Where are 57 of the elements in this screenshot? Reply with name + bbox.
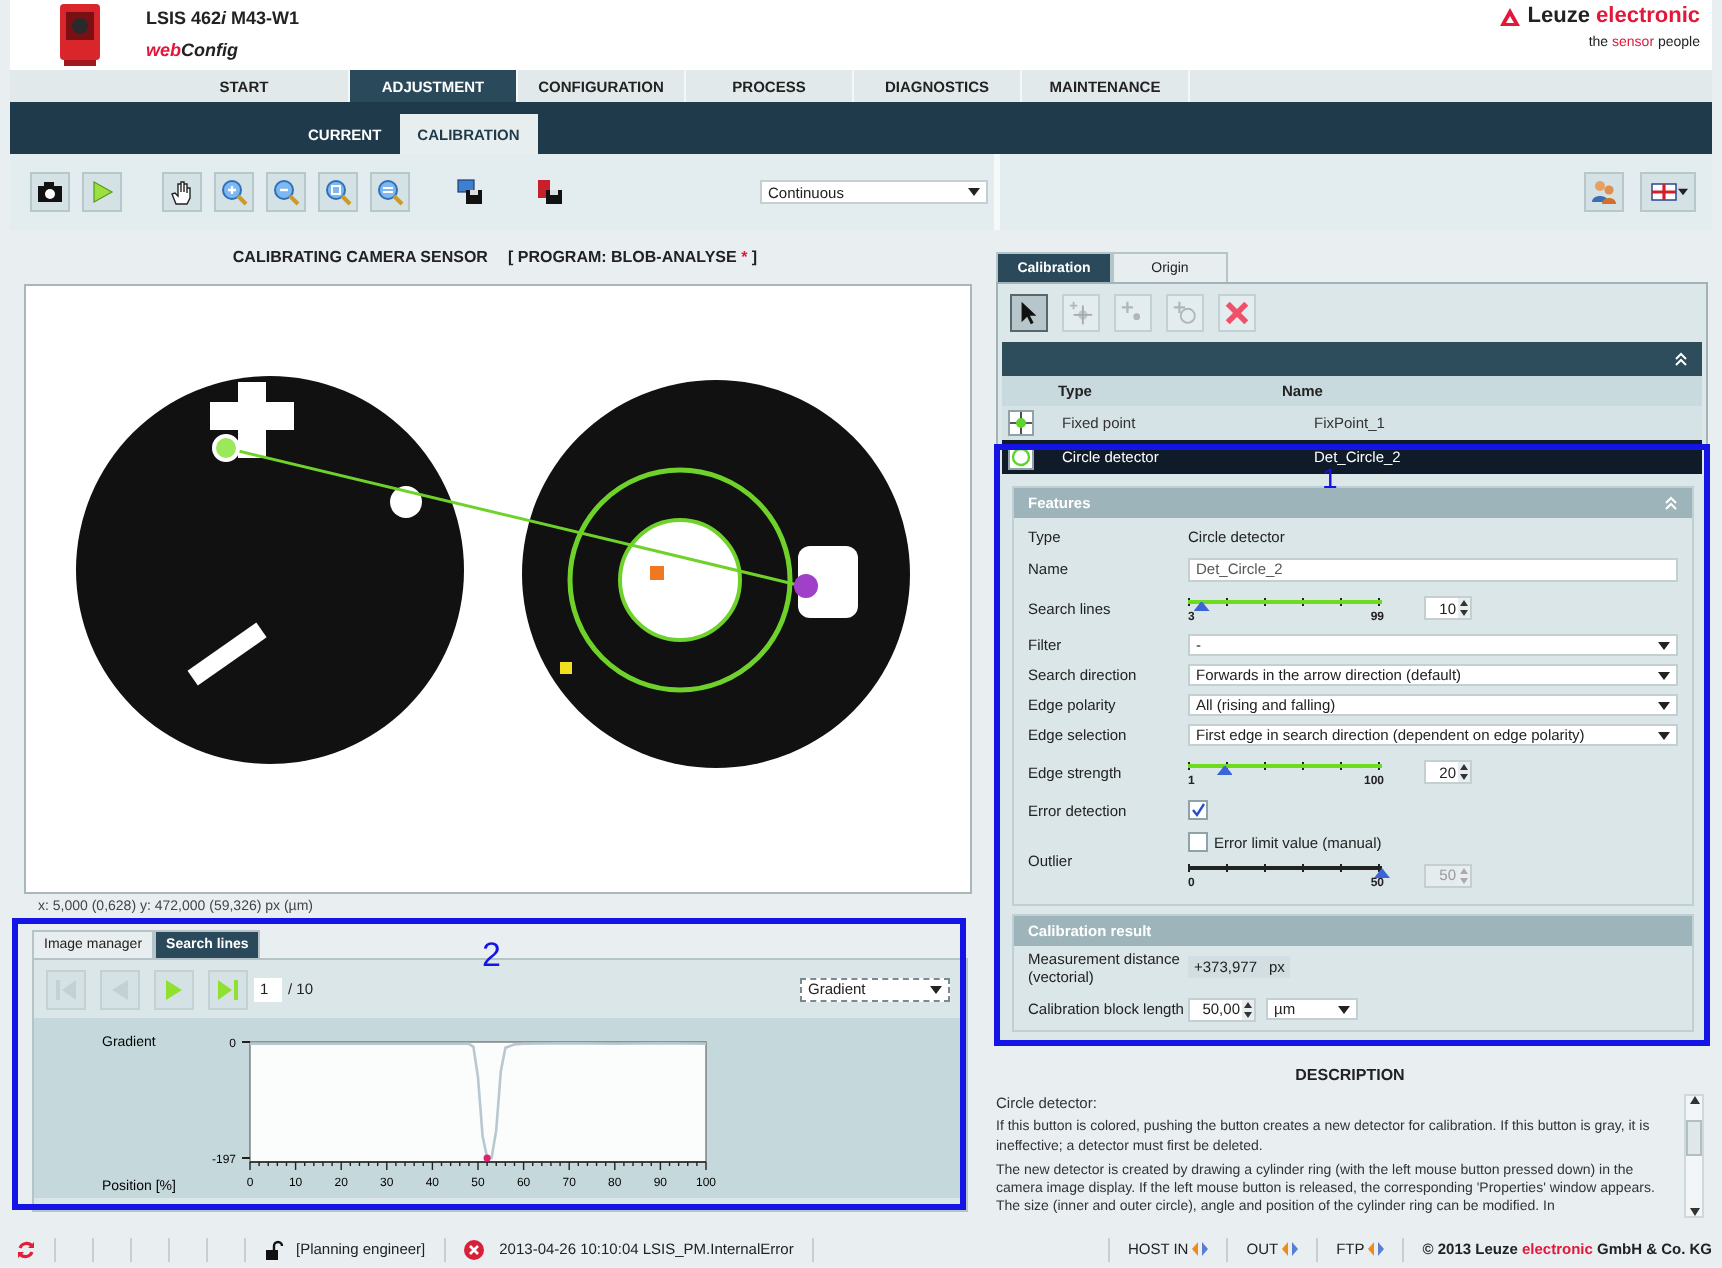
slider-thumb[interactable] — [1193, 601, 1210, 611]
tool-button[interactable] — [30, 172, 70, 212]
caret-icon — [1658, 701, 1670, 709]
crosshair-plus-icon — [1068, 300, 1094, 326]
zoom-area-icon — [376, 178, 404, 206]
lock-icon — [264, 1239, 284, 1259]
y-axis — [241, 1041, 251, 1159]
tool-button[interactable] — [1010, 294, 1048, 332]
logo-icon — [1499, 7, 1520, 25]
scroll-down-icon[interactable] — [1689, 1208, 1699, 1216]
circle-plus-icon — [1172, 300, 1198, 326]
refresh-icon[interactable] — [16, 1239, 36, 1259]
zoom-fit-icon — [324, 178, 352, 206]
signal-icon — [1368, 1242, 1385, 1256]
slider-track[interactable] — [1188, 593, 1382, 609]
section-title: DESCRIPTION — [1293, 1066, 1407, 1088]
callout-number: 2 — [482, 936, 501, 976]
users-icon — [1590, 178, 1618, 206]
delete-icon — [1224, 300, 1250, 326]
brand-name: Leuze electronic — [1527, 4, 1700, 28]
slider-thumb[interactable] — [1216, 765, 1233, 775]
zoom-in-icon — [220, 178, 248, 206]
slider-track[interactable] — [1188, 757, 1382, 773]
error-icon — [463, 1239, 484, 1259]
sensor-device-icon — [54, 0, 106, 68]
app-name: webConfig — [146, 40, 241, 60]
camera-icon — [36, 178, 64, 206]
scroll-up-icon[interactable] — [1689, 1096, 1699, 1104]
caret-icon — [968, 188, 980, 196]
signal-icon — [1282, 1242, 1299, 1256]
next-icon — [162, 977, 186, 1001]
scrollbar[interactable] — [1684, 1094, 1704, 1218]
crosshair-icon — [1010, 412, 1032, 434]
caret-icon — [1658, 731, 1670, 739]
zoom-out-icon — [272, 178, 300, 206]
caret-icon — [1677, 188, 1687, 196]
skip-last-icon — [216, 977, 240, 1001]
panel-title: CALIBRATING CAMERA SENSOR — [232, 248, 488, 266]
device-disk-icon — [536, 178, 564, 206]
monitor-disk-icon — [456, 178, 484, 206]
caret-icon — [1338, 1005, 1350, 1013]
caret-icon — [930, 985, 942, 993]
collapse-icon[interactable] — [1674, 352, 1688, 366]
ring-icon — [1010, 446, 1032, 468]
caret-icon — [1658, 641, 1670, 649]
product-title: LSIS 462i M43-W1 — [146, 8, 300, 28]
caret-icon — [1658, 671, 1670, 679]
hand-icon — [168, 178, 196, 206]
point-plus-icon — [1120, 300, 1146, 326]
program-name: [ PROGRAM: BLOB-ANALYSE * ] — [507, 248, 758, 266]
tool-button[interactable] — [162, 172, 202, 212]
pointer-icon — [1016, 300, 1042, 326]
signal-icon — [1192, 1242, 1209, 1256]
play-icon — [88, 178, 116, 206]
checkbox[interactable] — [1188, 800, 1208, 820]
flag-icon — [1649, 178, 1677, 206]
minimum-marker — [483, 1154, 491, 1162]
